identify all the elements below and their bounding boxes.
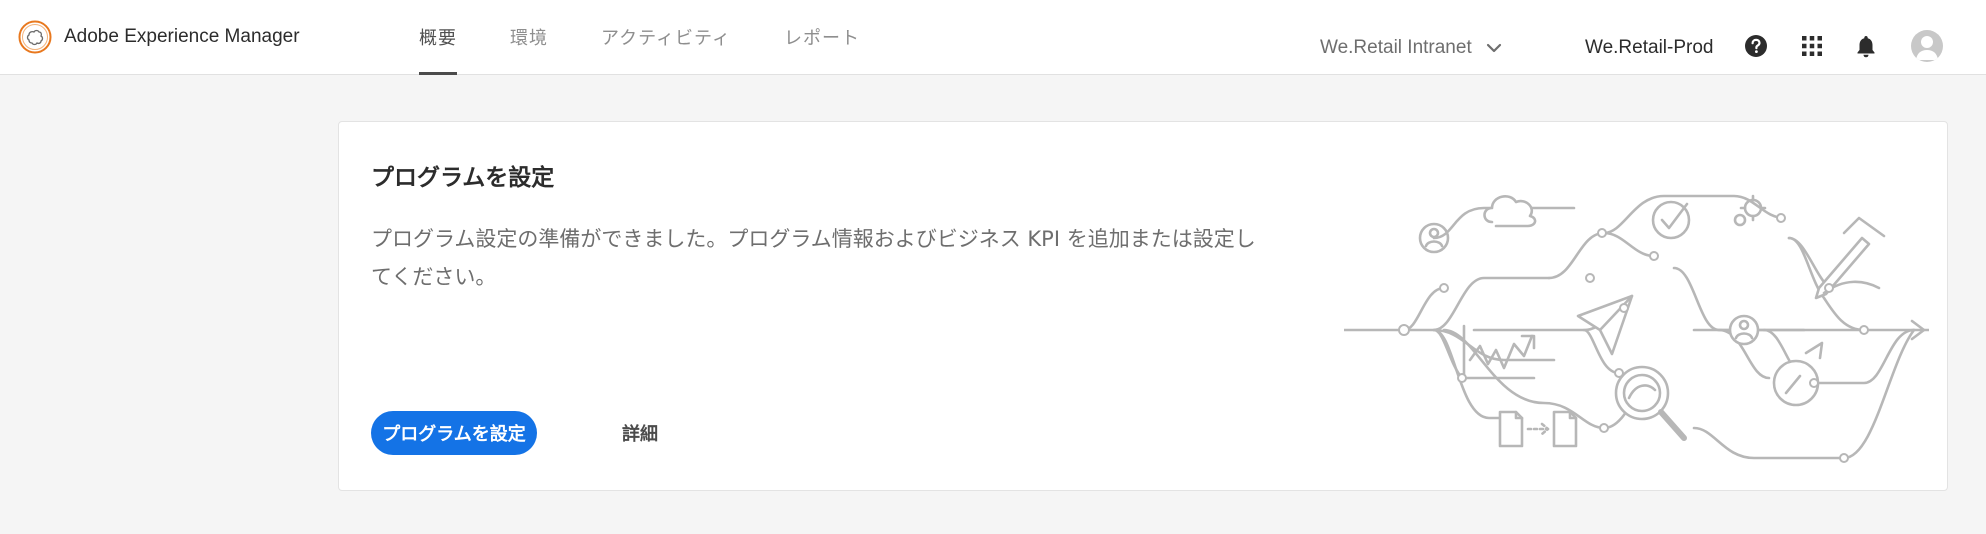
chevron-down-icon — [1486, 43, 1501, 53]
main-nav: 概要 環境 アクティビティ レポート — [419, 0, 913, 75]
user-avatar-icon — [1916, 36, 1938, 60]
top-navigation-bar: Adobe Experience Manager 概要 環境 アクティビティ レ… — [0, 0, 1986, 75]
details-link[interactable]: 詳細 — [622, 411, 658, 455]
tab-overview[interactable]: 概要 — [419, 0, 457, 75]
program-setup-illustration — [1344, 194, 1929, 463]
help-icon[interactable] — [1743, 33, 1769, 59]
setup-program-button[interactable]: プログラムを設定 — [371, 411, 537, 455]
card-title: プログラムを設定 — [371, 165, 555, 191]
bell-icon[interactable] — [1853, 33, 1879, 59]
card-description: プログラム設定の準備ができました。プログラム情報およびビジネス KPI を追加ま… — [371, 227, 1256, 289]
apps-grid-icon[interactable] — [1799, 33, 1825, 59]
brand[interactable]: Adobe Experience Manager — [18, 18, 300, 56]
adobe-experience-cloud-logo-icon — [18, 20, 52, 54]
environment-label[interactable]: We.Retail-Prod — [1585, 28, 1713, 68]
avatar[interactable] — [1911, 30, 1943, 62]
tab-environments[interactable]: 環境 — [510, 0, 548, 75]
tab-activity[interactable]: アクティビティ — [601, 0, 731, 75]
setup-program-card: プログラムを設定 プログラム設定の準備ができました。プログラム情報およびビジネス… — [338, 121, 1948, 491]
app-name: Adobe Experience Manager — [64, 26, 300, 47]
program-switcher[interactable]: We.Retail Intranet — [1320, 28, 1530, 68]
tab-reports[interactable]: レポート — [784, 0, 860, 75]
program-switcher-label: We.Retail Intranet — [1320, 37, 1472, 58]
